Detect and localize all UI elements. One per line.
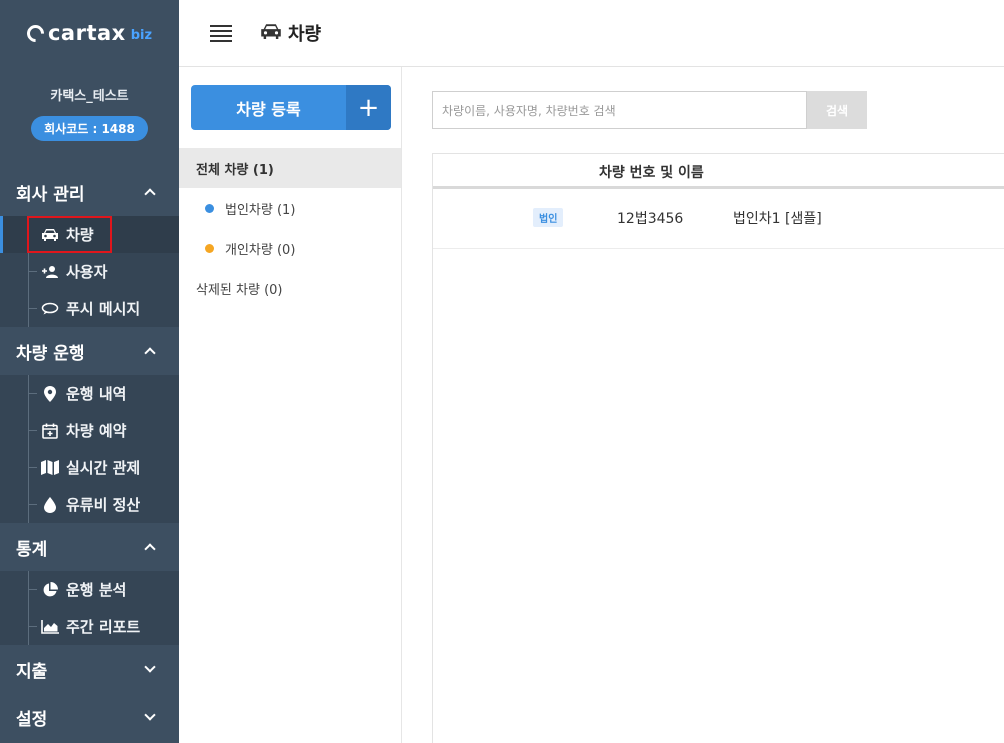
vehicle-name: 법인차1 [샘플] (733, 211, 822, 227)
sidebar-item-drive-history[interactable]: 운행 내역 (0, 375, 179, 412)
section-title: 통계 (16, 539, 48, 560)
tree-branch (28, 271, 37, 272)
sidebar-item-fuel[interactable]: 유류비 정산 (0, 486, 179, 523)
chevron-down-icon (144, 709, 156, 721)
sidebar-item-vehicles[interactable]: 차량 (0, 216, 179, 253)
sidebar-section-company[interactable]: 회사 관리 (0, 168, 179, 216)
sidebar-section-stats[interactable]: 통계 (0, 523, 179, 571)
section-title: 설정 (16, 709, 48, 730)
sidebar-item-users[interactable]: 사용자 (0, 253, 179, 290)
sidebar-item-realtime[interactable]: 실시간 관제 (0, 449, 179, 486)
logo-suffix: biz (130, 27, 153, 43)
sidebar: cartax biz 카택스_테스트 회사코드 : 1488 회사 관리 차량 … (0, 0, 179, 743)
sidebar-item-analysis[interactable]: 운행 분석 (0, 571, 179, 608)
section-title: 차량 운행 (16, 343, 85, 364)
chat-bubble-icon (40, 301, 60, 317)
filter-deleted-vehicles[interactable]: 삭제된 차량 (0) (179, 268, 401, 308)
sidebar-item-reservation[interactable]: 차량 예약 (0, 412, 179, 449)
user-add-icon (40, 264, 60, 280)
section-title: 지출 (16, 661, 48, 682)
calendar-plus-icon (40, 423, 60, 439)
filter-label: 전체 차량 (1) (196, 162, 274, 178)
company-name: 카택스_테스트 (50, 89, 129, 104)
company-code-badge: 회사코드 : 1488 (31, 116, 148, 141)
company-info: 카택스_테스트 회사코드 : 1488 (0, 66, 179, 168)
filter-personal-vehicles[interactable]: 개인차량 (0) (179, 228, 401, 268)
chevron-down-icon (144, 661, 156, 673)
filter-all-vehicles[interactable]: 전체 차량 (1) (179, 148, 401, 188)
sidebar-section-expense[interactable]: 지출 (0, 645, 179, 693)
logo-icon (23, 20, 48, 46)
logo-text: cartax (47, 21, 126, 45)
table-header: 차량 번호 및 이름 (433, 153, 1004, 189)
chevron-up-icon (144, 543, 156, 555)
cartax-logo[interactable]: cartax biz (0, 0, 179, 66)
sidebar-section-driving[interactable]: 차량 운행 (0, 327, 179, 375)
tree-branch (28, 308, 37, 309)
tree-branch (28, 393, 37, 394)
vehicle-table: 차량 번호 및 이름 법인 12법3456 법인차1 [샘플] (432, 153, 1004, 743)
sidebar-item-label: 사용자 (66, 263, 108, 281)
filter-label: 법인차량 (1) (225, 202, 296, 218)
pie-chart-icon (40, 581, 60, 598)
car-icon (260, 23, 282, 44)
sidebar-submenu-driving: 운행 내역 차량 예약 실시간 관제 유류비 정산 (0, 375, 179, 523)
map-icon (40, 460, 60, 476)
sidebar-item-label: 유류비 정산 (66, 496, 141, 514)
area-chart-icon (40, 619, 60, 635)
topbar: 차량 (179, 0, 1004, 67)
highlight-box (27, 216, 112, 253)
search-button[interactable]: 검색 (807, 91, 867, 129)
chevron-up-icon (144, 188, 156, 200)
sidebar-item-label: 푸시 메시지 (66, 300, 141, 318)
filter-label: 삭제된 차량 (0) (196, 282, 283, 298)
tree-branch (28, 626, 37, 627)
orange-dot-icon (205, 243, 214, 253)
sidebar-item-weekly-report[interactable]: 주간 리포트 (0, 608, 179, 645)
sidebar-section-settings[interactable]: 설정 (0, 693, 179, 741)
page-title: 차량 (260, 20, 321, 46)
column-header-vehicle[interactable]: 차량 번호 및 이름 (599, 162, 704, 182)
search-input[interactable]: 차량이름, 사용자명, 차량번호 검색 (432, 91, 807, 129)
register-vehicle-label: 차량 등록 (236, 99, 301, 119)
tree-branch (28, 467, 37, 468)
filter-label: 개인차량 (0) (225, 242, 296, 258)
page-title-text: 차량 (288, 24, 322, 45)
sidebar-item-label: 운행 내역 (66, 385, 127, 403)
blue-dot-icon (205, 203, 214, 213)
vehicle-type-badge: 법인 (533, 208, 564, 227)
sidebar-submenu-company: 차량 사용자 푸시 메시지 (0, 216, 179, 327)
vehicle-list-area: 차량이름, 사용자명, 차량번호 검색 검색 차량 번호 및 이름 법인 12법… (403, 67, 1004, 743)
sidebar-item-label: 운행 분석 (66, 581, 127, 599)
tree-branch (28, 430, 37, 431)
sidebar-submenu-stats: 운행 분석 주간 리포트 (0, 571, 179, 645)
filter-corporate-vehicles[interactable]: 법인차량 (1) (179, 188, 401, 228)
vehicle-filter-panel: 차량 등록 + 전체 차량 (1) 법인차량 (1) 개인차량 (0) 삭제된 … (179, 67, 402, 743)
tree-branch (28, 589, 37, 590)
chevron-up-icon (144, 347, 156, 359)
menu-toggle-icon[interactable] (210, 22, 232, 45)
droplet-icon (40, 496, 60, 513)
vehicle-number: 12법3456 (617, 211, 684, 227)
sidebar-item-push[interactable]: 푸시 메시지 (0, 290, 179, 327)
map-pin-icon (40, 385, 60, 402)
plus-icon[interactable]: + (346, 85, 391, 130)
register-vehicle-button[interactable]: 차량 등록 + (191, 85, 391, 130)
sidebar-item-label: 차량 예약 (66, 422, 127, 440)
sidebar-item-label: 주간 리포트 (66, 618, 141, 636)
table-row[interactable]: 법인 12법3456 법인차1 [샘플] (433, 189, 1004, 249)
section-title: 회사 관리 (16, 184, 85, 205)
tree-branch (28, 504, 37, 505)
sidebar-item-label: 실시간 관제 (66, 459, 141, 477)
